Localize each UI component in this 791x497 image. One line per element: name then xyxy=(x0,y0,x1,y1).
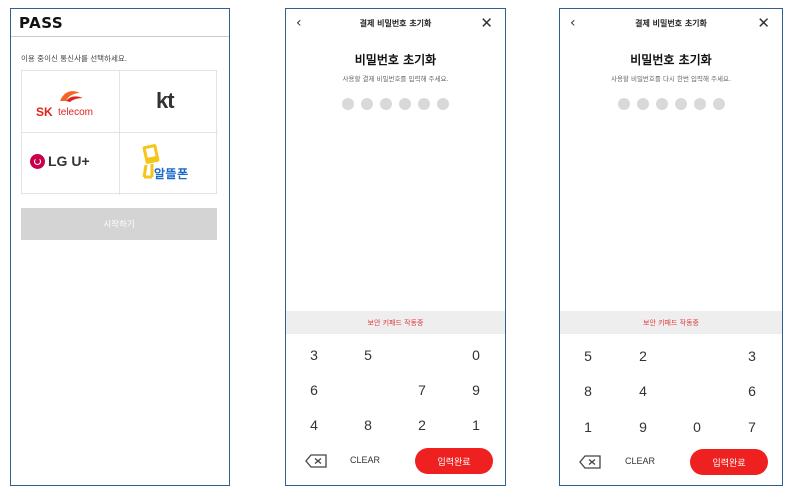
pin-dot xyxy=(437,98,449,110)
pin-dot xyxy=(342,98,354,110)
pin-dot xyxy=(693,98,706,110)
carrier-option-kt[interactable]: kt xyxy=(120,71,218,133)
keypad-key[interactable]: 4 xyxy=(623,377,663,405)
carrier-prompt: 이용 중이신 통신사를 선택하세요. xyxy=(21,54,128,63)
header-title: 결제 비밀번호 초기화 xyxy=(359,19,432,28)
pin-dot xyxy=(636,98,649,110)
sk-telecom-logo: SK telecom xyxy=(36,87,108,119)
keypad-key[interactable]: 8 xyxy=(348,411,388,439)
secure-keypad-banner: 보안 키패드 작동중 xyxy=(286,311,505,334)
pin-dot xyxy=(380,98,392,110)
keypad-key[interactable]: 5 xyxy=(348,341,388,369)
backspace-icon[interactable] xyxy=(304,453,328,469)
secure-keypad-banner: 보안 키패드 작동중 xyxy=(560,311,782,334)
keypad-key[interactable]: 1 xyxy=(456,411,496,439)
carrier-select-screen: PASS 이용 중이신 통신사를 선택하세요. SK telecom kt LG… xyxy=(10,8,230,486)
carrier-grid: SK telecom kt LG U+ 알뜰폰 xyxy=(21,70,218,195)
sk-text: SK xyxy=(36,105,53,119)
keypad-key[interactable]: 7 xyxy=(732,413,772,441)
page-subtitle: 사용할 결제 비밀번호를 입력해 주세요. xyxy=(342,75,449,83)
keypad-key[interactable]: 8 xyxy=(568,377,608,405)
keypad-key[interactable]: 9 xyxy=(623,413,663,441)
keypad-key[interactable]: 3 xyxy=(294,341,334,369)
close-icon[interactable]: ✕ xyxy=(757,14,770,32)
altteul-logo: 알뜰폰 xyxy=(138,143,208,187)
keypad-key[interactable]: 3 xyxy=(732,342,772,370)
keypad-key[interactable]: 6 xyxy=(294,376,334,404)
password-confirm-screen: ‹ 결제 비밀번호 초기화 ✕ 비밀번호 초기화 사용할 비밀번호를 다시 한번… xyxy=(559,8,783,486)
keypad-key[interactable]: 2 xyxy=(623,342,663,370)
lg-face-icon xyxy=(30,153,45,169)
clear-button[interactable]: CLEAR xyxy=(350,455,380,465)
kt-logo: kt xyxy=(156,88,175,113)
page-title: 비밀번호 초기화 xyxy=(630,53,712,67)
pin-dot xyxy=(361,98,373,110)
backspace-icon[interactable] xyxy=(578,454,602,470)
sk-butterfly-icon xyxy=(60,91,83,102)
keypad-key[interactable]: 6 xyxy=(732,377,772,405)
page-title: 비밀번호 초기화 xyxy=(354,53,437,67)
clear-button[interactable]: CLEAR xyxy=(625,456,655,466)
pin-indicator xyxy=(286,98,505,110)
lg-uplus-logo: LG U+ xyxy=(30,153,90,169)
submit-button[interactable]: 입력완료 xyxy=(690,449,768,475)
carrier-option-sk-telecom[interactable]: SK telecom xyxy=(22,71,120,133)
keypad-key[interactable]: 2 xyxy=(402,411,442,439)
pin-dot xyxy=(399,98,411,110)
keypad-key[interactable]: 5 xyxy=(568,342,608,370)
pin-dot xyxy=(655,98,668,110)
page-subtitle: 사용할 비밀번호를 다시 한번 입력해 주세요. xyxy=(610,75,732,83)
keypad-key[interactable]: 0 xyxy=(677,413,717,441)
pin-dot xyxy=(712,98,725,110)
header-divider xyxy=(11,36,229,37)
telecom-text: telecom xyxy=(58,107,94,118)
keypad-key[interactable]: 1 xyxy=(568,413,608,441)
keypad-key[interactable]: 9 xyxy=(456,376,496,404)
keypad-key[interactable]: 7 xyxy=(402,376,442,404)
header-title: 결제 비밀번호 초기화 xyxy=(635,19,707,28)
keypad-key[interactable]: 0 xyxy=(456,341,496,369)
close-icon[interactable]: ✕ xyxy=(480,14,493,32)
pin-dot xyxy=(674,98,687,110)
lg-uplus-text: LG U+ xyxy=(48,153,90,169)
app-title: PASS xyxy=(19,14,64,32)
carrier-option-lg-uplus[interactable]: LG U+ xyxy=(22,133,120,195)
start-button[interactable]: 시작하기 xyxy=(21,208,217,240)
password-reset-screen: ‹ 결제 비밀번호 초기화 ✕ 비밀번호 초기화 사용할 결제 비밀번호를 입력… xyxy=(285,8,506,486)
carrier-option-altteul[interactable]: 알뜰폰 xyxy=(120,133,218,195)
pin-dot xyxy=(418,98,430,110)
submit-button[interactable]: 입력완료 xyxy=(415,448,493,474)
pin-dot xyxy=(617,98,630,110)
pin-indicator xyxy=(560,98,782,110)
keypad-key[interactable]: 4 xyxy=(294,411,334,439)
altteul-text: 알뜰폰 xyxy=(154,167,189,181)
